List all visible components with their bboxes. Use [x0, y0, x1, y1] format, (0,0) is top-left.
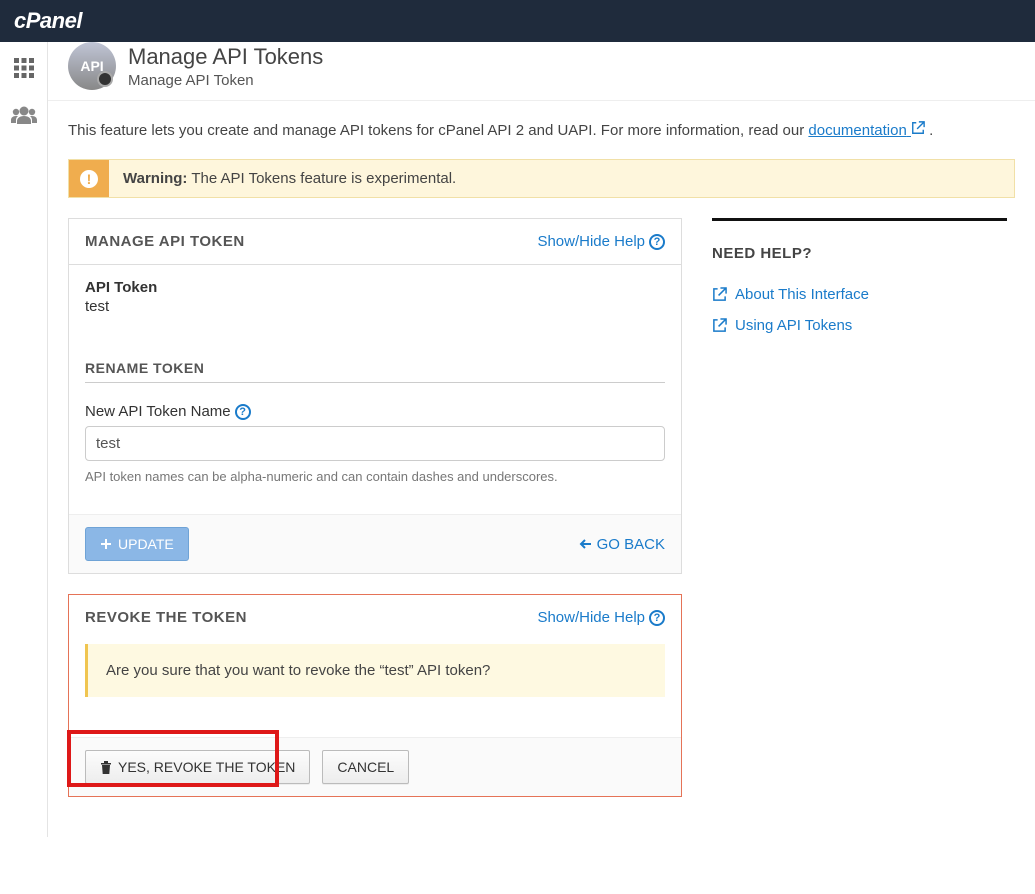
revoke-token-panel: REVOKE THE TOKEN Show/Hide Help ? Are yo…: [68, 594, 682, 797]
external-link-icon: [712, 318, 727, 333]
revoke-confirm-message: Are you sure that you want to revoke the…: [85, 644, 665, 697]
api-token-label: API Token: [85, 279, 665, 296]
question-circle-icon[interactable]: ?: [235, 404, 251, 420]
help-link-using[interactable]: Using API Tokens: [712, 317, 1007, 334]
documentation-link[interactable]: documentation: [808, 122, 925, 139]
yes-revoke-button[interactable]: YES, REVOKE THE TOKEN: [85, 750, 310, 784]
update-button[interactable]: UPDATE: [85, 527, 189, 561]
go-back-link[interactable]: GO BACK: [579, 536, 665, 553]
help-sidebar: NEED HELP? About This Interface Using AP…: [712, 218, 1007, 334]
token-name-hint: API token names can be alpha-numeric and…: [85, 469, 665, 484]
question-circle-icon: ?: [649, 610, 665, 626]
page-title: Manage API Tokens: [128, 44, 323, 70]
new-token-name-label: New API Token Name ?: [85, 403, 665, 420]
revoke-help-toggle[interactable]: Show/Hide Help ?: [537, 609, 665, 626]
cancel-button[interactable]: CANCEL: [322, 750, 409, 784]
top-header: cPanel: [0, 0, 1035, 42]
trash-icon: [100, 761, 112, 774]
warning-icon: !: [69, 160, 109, 197]
users-icon[interactable]: [10, 105, 38, 128]
help-link-about[interactable]: About This Interface: [712, 286, 1007, 303]
question-circle-icon: ?: [649, 234, 665, 250]
manage-help-toggle[interactable]: Show/Hide Help ?: [537, 233, 665, 250]
page-subtitle: Manage API Token: [128, 72, 323, 89]
new-token-name-input[interactable]: [85, 426, 665, 461]
api-token-value: test: [85, 298, 665, 315]
rename-section-title: RENAME TOKEN: [85, 360, 665, 383]
left-sidebar: [0, 42, 48, 837]
external-link-icon: [712, 287, 727, 302]
apps-grid-icon[interactable]: [12, 56, 36, 83]
need-help-title: NEED HELP?: [712, 245, 1007, 262]
page-header: API Manage API Tokens Manage API Token: [48, 42, 1035, 101]
api-badge-icon: API: [68, 42, 116, 90]
cpanel-logo: cPanel: [14, 8, 82, 34]
manage-panel-title: MANAGE API TOKEN: [85, 233, 245, 250]
manage-token-panel: MANAGE API TOKEN Show/Hide Help ? API To…: [68, 218, 682, 574]
intro-text: This feature lets you create and manage …: [48, 101, 1035, 159]
plus-icon: [100, 538, 112, 550]
warning-banner: ! Warning: The API Tokens feature is exp…: [68, 159, 1015, 198]
revoke-panel-title: REVOKE THE TOKEN: [85, 609, 247, 626]
arrow-left-icon: [579, 537, 593, 551]
